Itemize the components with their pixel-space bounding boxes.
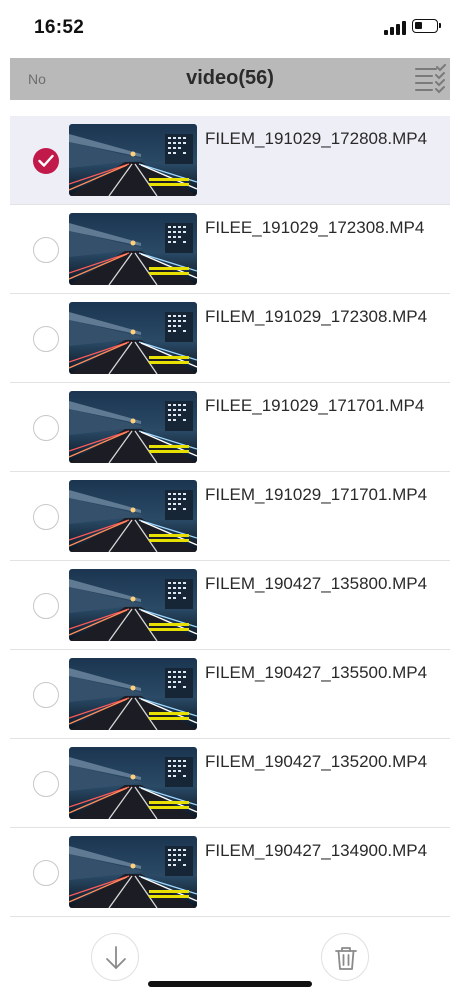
unchecked-checkbox-icon[interactable] [33, 415, 59, 441]
file-row[interactable]: FILEM_190427_134900.MP4 [10, 828, 450, 917]
file-name: FILEM_191029_172308.MP4 [205, 307, 428, 326]
file-row[interactable]: FILEE_191029_172308.MP4 [10, 205, 450, 294]
file-name: FILEM_190427_134900.MP4 [205, 841, 428, 860]
unchecked-checkbox-icon[interactable] [33, 504, 59, 530]
video-thumbnail[interactable] [69, 747, 197, 819]
status-bar: 16:52 [0, 0, 460, 52]
bottom-toolbar [0, 920, 460, 996]
file-list: FILEM_191029_172808.MP4 FILEE_191029_172… [0, 116, 460, 917]
battery-icon [412, 19, 441, 33]
file-name: FILEM_191029_171701.MP4 [205, 485, 428, 504]
video-thumbnail[interactable] [69, 213, 197, 285]
page-title: video(56) [186, 67, 274, 89]
file-row[interactable]: FILEM_190427_135500.MP4 [10, 650, 450, 739]
unchecked-checkbox-icon[interactable] [33, 326, 59, 352]
unchecked-checkbox-icon[interactable] [33, 682, 59, 708]
file-name: FILEM_191029_172808.MP4 [205, 129, 428, 148]
unchecked-checkbox-icon[interactable] [33, 771, 59, 797]
video-thumbnail[interactable] [69, 391, 197, 463]
file-row[interactable]: FILEM_190427_135800.MP4 [10, 561, 450, 650]
download-arrow-icon [106, 946, 126, 969]
file-name: FILEM_190427_135200.MP4 [205, 752, 428, 771]
unchecked-checkbox-icon[interactable] [33, 237, 59, 263]
cellular-signal-icon [384, 21, 406, 35]
unchecked-checkbox-icon[interactable] [33, 593, 59, 619]
video-thumbnail[interactable] [69, 480, 197, 552]
top-bar: No video(56) [10, 58, 450, 100]
video-thumbnail[interactable] [69, 658, 197, 730]
file-row[interactable]: FILEM_191029_172808.MP4 [10, 116, 450, 205]
download-button[interactable] [91, 933, 139, 981]
file-row[interactable]: FILEE_191029_171701.MP4 [10, 383, 450, 472]
file-name: FILEE_191029_172308.MP4 [205, 218, 425, 237]
checked-checkbox-icon[interactable] [33, 148, 59, 174]
file-row[interactable]: FILEM_191029_172308.MP4 [10, 294, 450, 383]
delete-button[interactable] [321, 933, 369, 981]
video-thumbnail[interactable] [69, 302, 197, 374]
trash-icon [335, 947, 357, 970]
video-file-list-screen: 16:52 No video(56) FILEM_191029_172808.M… [0, 0, 460, 996]
file-name: FILEM_190427_135500.MP4 [205, 663, 428, 682]
video-thumbnail[interactable] [69, 569, 197, 641]
select-all-checklist-icon[interactable] [414, 64, 448, 94]
file-row[interactable]: FILEM_191029_171701.MP4 [10, 472, 450, 561]
status-time: 16:52 [34, 17, 85, 38]
file-name: FILEM_190427_135800.MP4 [205, 574, 428, 593]
video-thumbnail[interactable] [69, 836, 197, 908]
home-indicator [148, 981, 312, 987]
video-thumbnail[interactable] [69, 124, 197, 196]
file-row[interactable]: FILEM_190427_135200.MP4 [10, 739, 450, 828]
file-name: FILEE_191029_171701.MP4 [205, 396, 425, 415]
unchecked-checkbox-icon[interactable] [33, 860, 59, 886]
